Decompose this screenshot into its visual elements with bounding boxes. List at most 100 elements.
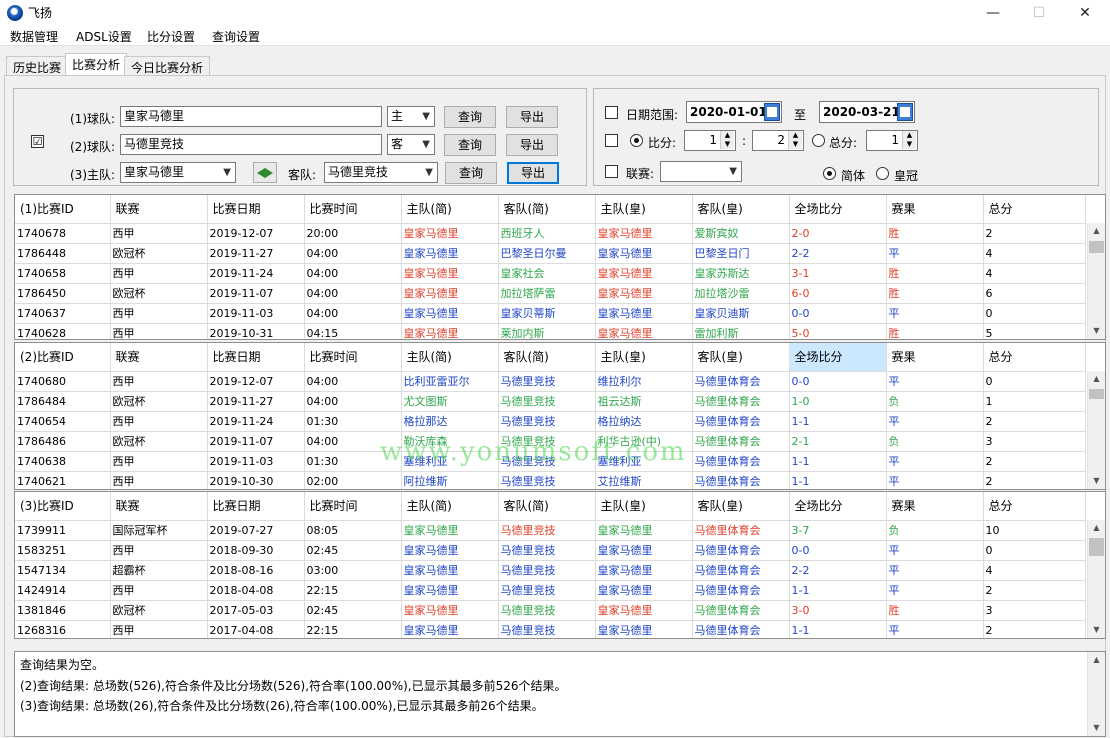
score-checkbox[interactable] (605, 134, 618, 147)
column-header-away-crown[interactable]: 客队(皇) (692, 492, 790, 521)
table-row[interactable]: 1424914 西甲 2018-04-08 22:15 皇家马德里 马德里竞技 皇家马德里马… (15, 580, 1086, 601)
column-header-league[interactable]: 联赛 (110, 343, 208, 372)
column-header-away-simplified[interactable]: 客队(简) (498, 343, 596, 372)
column-header-match-date[interactable]: 比赛日期 (207, 343, 305, 372)
scroll-up-icon[interactable]: ▲ (1088, 520, 1105, 536)
column-header-match-time[interactable]: 比赛时间 (304, 343, 402, 372)
team1-select[interactable]: 皇家马德里 (120, 106, 382, 127)
column-header-total[interactable]: 总分 (983, 195, 1086, 224)
table-row[interactable]: 1786450 欧冠杯 2019-11-07 04:00 皇家马德里 加拉塔萨雷 皇家马德里… (15, 283, 1086, 304)
menu-score-settings[interactable]: 比分设置 (147, 28, 195, 45)
column-header-full-score[interactable]: 全场比分 (789, 343, 887, 372)
scroll-down-icon[interactable]: ▼ (1088, 473, 1105, 489)
home-team-select[interactable]: 皇家马德里 ▼ (120, 162, 236, 183)
date-to-picker[interactable]: 2020-03-21 (819, 101, 915, 123)
export-button-1[interactable]: 导出 (506, 106, 558, 128)
menu-data-management[interactable]: 数据管理 (10, 28, 58, 45)
simplified-radio[interactable] (823, 167, 836, 180)
score-radio[interactable] (630, 134, 643, 147)
query-button-3[interactable]: 查询 (445, 162, 497, 184)
log-scrollbar[interactable]: ▲ ▼ (1087, 652, 1105, 736)
spin-up-icon[interactable]: ▲ (720, 131, 734, 140)
table-row[interactable]: 1381846 欧冠杯 2017-05-03 02:45 皇家马德里 马德里竞技 皇家马德里… (15, 600, 1086, 621)
column-header-result[interactable]: 赛果 (886, 492, 984, 521)
column-header-league[interactable]: 联赛 (110, 492, 208, 521)
table-row[interactable]: 1583251 西甲 2018-09-30 02:45 皇家马德里 马德里竞技 皇家马德里马… (15, 540, 1086, 561)
menu-query-settings[interactable]: 查询设置 (212, 28, 260, 45)
team1-side-select[interactable]: 主 ▼ (387, 106, 435, 127)
close-button[interactable]: ✕ (1062, 0, 1108, 26)
table-row[interactable]: 1740654 西甲 2019-11-24 01:30 格拉那达 马德里竞技 格拉纳达 马德里… (15, 411, 1086, 432)
table-row[interactable]: 1740637 西甲 2019-11-03 04:00 皇家马德里 皇家贝蒂斯 皇家马德里皇… (15, 303, 1086, 324)
away-team-select[interactable]: 马德里竞技 ▼ (324, 162, 438, 183)
tab-match-analysis[interactable]: 比赛分析 (65, 53, 128, 77)
spin-up-icon[interactable]: ▲ (788, 131, 802, 140)
table-row[interactable]: 1739911 国际冠军杯 2019-07-27 08:05 皇家马德里 马德里竞技 皇家马… (15, 520, 1086, 541)
enable-checkbox[interactable]: ☑ (31, 135, 44, 148)
table-row[interactable]: 1740678 西甲 2019-12-07 20:00 皇家马德里 西班牙人 皇家马德里 爱斯… (15, 223, 1086, 244)
minimize-button[interactable]: — (970, 0, 1016, 26)
team2-select[interactable]: 马德里竞技 (120, 134, 382, 155)
total-stepper[interactable]: 1 ▲ ▼ (866, 130, 918, 151)
swap-teams-icon[interactable] (253, 162, 277, 183)
scroll-thumb[interactable] (1089, 538, 1104, 556)
tab-history[interactable]: 历史比赛 (6, 56, 69, 76)
crown-radio[interactable] (876, 167, 889, 180)
column-header-full-score[interactable]: 全场比分 (789, 195, 887, 224)
table-row[interactable]: 1268316 西甲 2017-04-08 22:15 皇家马德里 马德里竞技 皇家马德里马… (15, 620, 1086, 638)
scroll-up-icon[interactable]: ▲ (1088, 652, 1105, 668)
column-header-home-crown[interactable]: 主队(皇) (595, 195, 693, 224)
column-header-match-date[interactable]: 比赛日期 (207, 492, 305, 521)
column-header-result[interactable]: 赛果 (886, 343, 984, 372)
table-row[interactable]: 1786486 欧冠杯 2019-11-07 04:00 勒沃库森 马德里竞技 利华古逊(中… (15, 431, 1086, 452)
export-button-2[interactable]: 导出 (506, 134, 558, 156)
column-header-home-simplified[interactable]: 主队(简) (401, 343, 499, 372)
column-header-match-id[interactable]: (3)比赛ID (15, 492, 111, 521)
column-header-result[interactable]: 赛果 (886, 195, 984, 224)
table-row[interactable]: 1740628 西甲 2019-10-31 04:15 皇家马德里 莱加内斯 皇家马德里 雷加… (15, 323, 1086, 339)
grid3-scrollbar[interactable]: ▲ ▼ (1087, 520, 1105, 638)
scroll-thumb[interactable] (1089, 241, 1104, 253)
column-header-match-time[interactable]: 比赛时间 (304, 195, 402, 224)
column-header-away-simplified[interactable]: 客队(简) (498, 195, 596, 224)
column-header-match-date[interactable]: 比赛日期 (207, 195, 305, 224)
table-row[interactable]: 1740680 西甲 2019-12-07 04:00 比利亚雷亚尔 马德里竞技 维拉利尔马… (15, 371, 1086, 392)
column-header-away-crown[interactable]: 客队(皇) (692, 343, 790, 372)
date-from-picker[interactable]: 2020-01-01 (686, 101, 782, 123)
column-header-total[interactable]: 总分 (983, 492, 1086, 521)
column-header-home-crown[interactable]: 主队(皇) (595, 492, 693, 521)
spin-down-icon[interactable]: ▼ (902, 140, 916, 149)
league-select[interactable]: ▼ (660, 161, 742, 182)
column-header-full-score[interactable]: 全场比分 (789, 492, 887, 521)
spin-down-icon[interactable]: ▼ (788, 140, 802, 149)
grid1-scrollbar[interactable]: ▲ ▼ (1087, 223, 1105, 339)
column-header-match-time[interactable]: 比赛时间 (304, 492, 402, 521)
query-button-2[interactable]: 查询 (444, 134, 496, 156)
menu-adsl-settings[interactable]: ADSL设置 (76, 28, 132, 45)
scroll-up-icon[interactable]: ▲ (1088, 223, 1105, 239)
table-row[interactable]: 1740658 西甲 2019-11-24 04:00 皇家马德里 皇家社会 皇家马德里 皇家… (15, 263, 1086, 284)
table-row[interactable]: 1740621 西甲 2019-10-30 02:00 阿拉维斯 马德里竞技 艾拉维斯 马德里… (15, 471, 1086, 489)
column-header-match-id[interactable]: (1)比赛ID (15, 195, 111, 224)
score-away-stepper[interactable]: 2 ▲ ▼ (752, 130, 804, 151)
spin-down-icon[interactable]: ▼ (720, 140, 734, 149)
maximize-button[interactable]: ☐ (1016, 0, 1062, 26)
scroll-down-icon[interactable]: ▼ (1088, 622, 1105, 638)
table-row[interactable]: 1547134 超霸杯 2018-08-16 03:00 皇家马德里 马德里竞技 皇家马德里… (15, 560, 1086, 581)
grid2-scrollbar[interactable]: ▲ ▼ (1087, 371, 1105, 489)
column-header-home-simplified[interactable]: 主队(简) (401, 195, 499, 224)
spin-up-icon[interactable]: ▲ (902, 131, 916, 140)
column-header-total[interactable]: 总分 (983, 343, 1086, 372)
total-radio[interactable] (812, 134, 825, 147)
scroll-down-icon[interactable]: ▼ (1088, 720, 1105, 736)
column-header-match-id[interactable]: (2)比赛ID (15, 343, 111, 372)
scroll-down-icon[interactable]: ▼ (1088, 323, 1105, 339)
table-row[interactable]: 1786448 欧冠杯 2019-11-27 04:00 皇家马德里 巴黎圣日尔曼 皇家马德… (15, 243, 1086, 264)
results-grid-1[interactable]: (1)比赛ID 联赛 比赛日期 比赛时间 主队(简) 客队(简) 主队(皇) 客队(皇) 全场比… (14, 194, 1106, 340)
column-header-home-crown[interactable]: 主队(皇) (595, 343, 693, 372)
export-button-3[interactable]: 导出 (507, 162, 559, 184)
scroll-up-icon[interactable]: ▲ (1088, 371, 1105, 387)
date-range-checkbox[interactable] (605, 106, 618, 119)
league-checkbox[interactable] (605, 165, 618, 178)
results-grid-2[interactable]: (2)比赛ID 联赛 比赛日期 比赛时间 主队(简) 客队(简) 主队(皇) 客队(皇) 全场比… (14, 342, 1106, 490)
